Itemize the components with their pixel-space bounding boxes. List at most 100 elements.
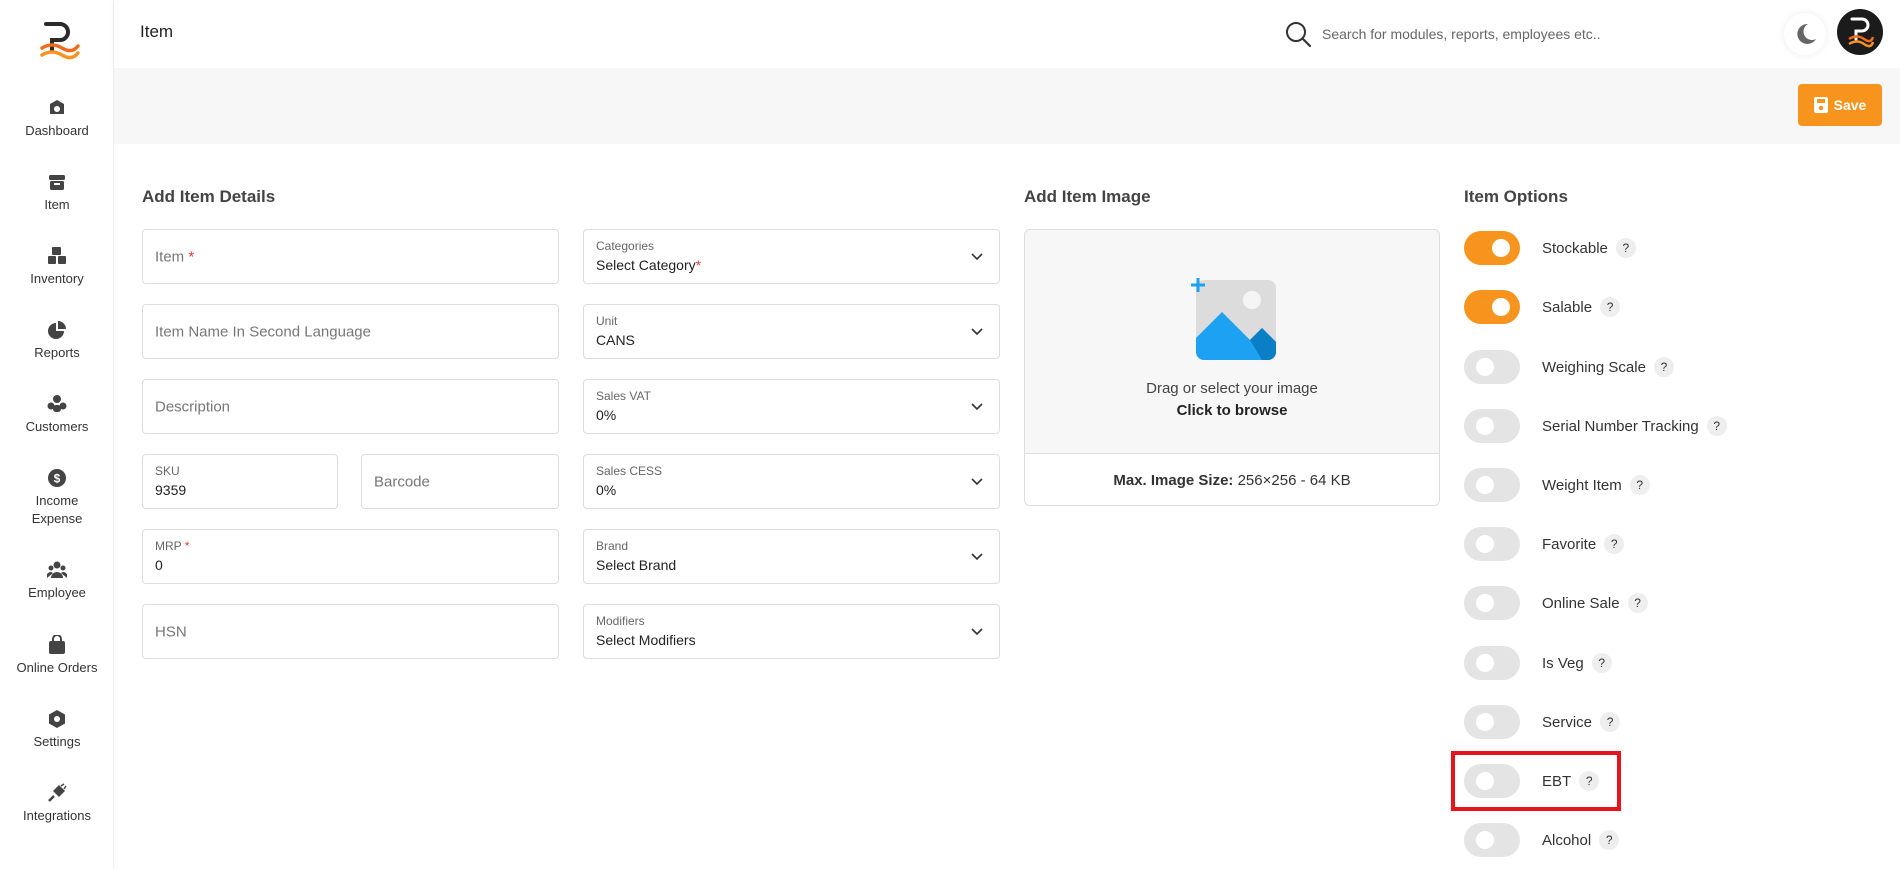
item-name-field[interactable]: Item * bbox=[142, 229, 559, 284]
required-mark: * bbox=[184, 539, 190, 553]
toggle-switch[interactable] bbox=[1464, 527, 1520, 561]
toggle-knob bbox=[1492, 239, 1510, 257]
mrp-field[interactable]: MRP * 0 bbox=[142, 529, 559, 584]
select-label: Sales VAT bbox=[596, 389, 651, 403]
help-icon[interactable]: ? bbox=[1629, 475, 1650, 495]
select-value: CANS bbox=[596, 332, 635, 348]
help-icon[interactable]: ? bbox=[1599, 830, 1620, 850]
search-input[interactable] bbox=[1322, 20, 1642, 48]
toggle-knob bbox=[1476, 831, 1494, 849]
help-icon[interactable]: ? bbox=[1600, 712, 1621, 732]
sidebar-item-item[interactable]: Item bbox=[0, 172, 114, 214]
select-value: Select Modifiers bbox=[596, 632, 696, 648]
chevron-down-icon bbox=[971, 327, 983, 335]
help-icon[interactable]: ? bbox=[1615, 238, 1636, 258]
image-upload-dropzone[interactable]: Drag or select your image Click to brows… bbox=[1024, 229, 1440, 506]
sidebar-item-inventory[interactable]: Inventory bbox=[0, 246, 114, 288]
barcode-field[interactable]: Barcode bbox=[361, 454, 559, 509]
hsn-field[interactable]: HSN bbox=[142, 604, 559, 659]
sku-field[interactable]: SKU 9359 bbox=[142, 454, 338, 509]
save-button[interactable]: Save bbox=[1798, 84, 1882, 126]
toggle-switch[interactable] bbox=[1464, 231, 1520, 265]
brand-select[interactable]: Brand Select Brand bbox=[583, 529, 1000, 584]
item-name-placeholder: Item bbox=[155, 248, 185, 265]
sidebar-item-integrations[interactable]: Integrations bbox=[0, 783, 114, 825]
toggle-switch[interactable] bbox=[1464, 646, 1520, 680]
option-label: Alcohol bbox=[1542, 831, 1592, 849]
sidebar-item-employee[interactable]: Employee bbox=[0, 560, 114, 602]
highlight-box bbox=[1451, 751, 1621, 811]
option-label: Service bbox=[1542, 713, 1593, 731]
categories-select[interactable]: Categories Select Category* bbox=[583, 229, 1000, 284]
modifiers-select[interactable]: Modifiers Select Modifiers bbox=[583, 604, 1000, 659]
select-label: Modifiers bbox=[596, 614, 645, 628]
description-field[interactable]: Description bbox=[142, 379, 559, 434]
select-value: Select Brand bbox=[596, 557, 677, 573]
toggle-knob bbox=[1476, 358, 1494, 376]
svg-text:$: $ bbox=[54, 472, 61, 486]
sidebar-item-dashboard[interactable]: Dashboard bbox=[0, 98, 114, 140]
max-size-value: 256×256 - 64 KB bbox=[1237, 472, 1351, 489]
details-section-title: Add Item Details bbox=[142, 187, 276, 206]
drag-text: Drag or select your image bbox=[1146, 380, 1318, 397]
sidebar-item-label: Online Orders bbox=[16, 660, 98, 675]
sidebar-item-label: Employee bbox=[28, 585, 86, 600]
moon-icon bbox=[1797, 23, 1816, 44]
toggle-switch[interactable] bbox=[1464, 350, 1520, 384]
option-serial-number-tracking: Serial Number Tracking? bbox=[1464, 408, 1727, 444]
chevron-down-icon bbox=[971, 477, 983, 485]
sales-cess-select[interactable]: Sales CESS 0% bbox=[583, 454, 1000, 509]
sidebar-item-label: Inventory bbox=[30, 271, 84, 286]
sidebar: Dashboard Item Inventory Reports Custome… bbox=[0, 0, 114, 869]
image-size-info: Max. Image Size: 256×256 - 64 KB bbox=[1025, 453, 1439, 505]
help-icon[interactable]: ? bbox=[1604, 534, 1625, 554]
option-label: Stockable bbox=[1542, 239, 1608, 257]
option-label: Favorite bbox=[1542, 535, 1597, 553]
sku-value: 9359 bbox=[155, 482, 187, 498]
theme-toggle-button[interactable] bbox=[1784, 13, 1826, 55]
select-value: Select Category bbox=[596, 257, 696, 273]
click-to-browse-link[interactable]: Click to browse bbox=[1025, 402, 1439, 419]
second-language-placeholder: Item Name In Second Language bbox=[155, 323, 371, 340]
toggle-knob bbox=[1476, 417, 1494, 435]
help-icon[interactable]: ? bbox=[1706, 416, 1727, 436]
option-weighing-scale: Weighing Scale? bbox=[1464, 349, 1674, 385]
dashboard-icon bbox=[50, 100, 64, 114]
select-label: Categories bbox=[596, 239, 655, 253]
help-icon[interactable]: ? bbox=[1627, 593, 1648, 613]
mrp-label: MRP bbox=[155, 539, 182, 553]
sidebar-item-label: Income Expense bbox=[31, 493, 83, 526]
help-icon[interactable]: ? bbox=[1653, 357, 1674, 377]
unit-select[interactable]: Unit CANS bbox=[583, 304, 1000, 359]
select-label: Sales CESS bbox=[596, 464, 663, 478]
toggle-switch[interactable] bbox=[1464, 586, 1520, 620]
toggle-switch[interactable] bbox=[1464, 290, 1520, 324]
option-label: Serial Number Tracking bbox=[1542, 417, 1699, 435]
toggle-switch[interactable] bbox=[1464, 823, 1520, 857]
help-icon[interactable]: ? bbox=[1600, 297, 1621, 317]
inventory-boxes-icon bbox=[48, 247, 66, 264]
app-logo[interactable] bbox=[36, 18, 80, 62]
toggle-switch[interactable] bbox=[1464, 409, 1520, 443]
sidebar-item-label: Dashboard bbox=[25, 123, 89, 138]
help-icon[interactable]: ? bbox=[1591, 653, 1612, 673]
sidebar-item-online-orders[interactable]: Online Orders bbox=[0, 635, 114, 677]
option-alcohol: Alcohol? bbox=[1464, 822, 1620, 858]
toggle-switch[interactable] bbox=[1464, 705, 1520, 739]
toggle-knob bbox=[1476, 713, 1494, 731]
option-stockable: Stockable? bbox=[1464, 230, 1636, 266]
avatar[interactable] bbox=[1837, 9, 1883, 55]
option-is-veg: Is Veg? bbox=[1464, 645, 1612, 681]
sidebar-item-settings[interactable]: Settings bbox=[0, 709, 114, 751]
sales-vat-select[interactable]: Sales VAT 0% bbox=[583, 379, 1000, 434]
sidebar-item-reports[interactable]: Reports bbox=[0, 320, 114, 362]
option-label: Online Sale bbox=[1542, 594, 1620, 612]
item-box-icon bbox=[49, 175, 65, 190]
search-icon[interactable] bbox=[1284, 20, 1312, 48]
sidebar-item-income-expense[interactable]: $ Income Expense bbox=[0, 468, 114, 528]
toggle-switch[interactable] bbox=[1464, 468, 1520, 502]
toggle-knob bbox=[1476, 654, 1494, 672]
sku-label: SKU bbox=[155, 464, 180, 478]
sidebar-item-customers[interactable]: Customers bbox=[0, 394, 114, 436]
second-language-field[interactable]: Item Name In Second Language bbox=[142, 304, 559, 359]
